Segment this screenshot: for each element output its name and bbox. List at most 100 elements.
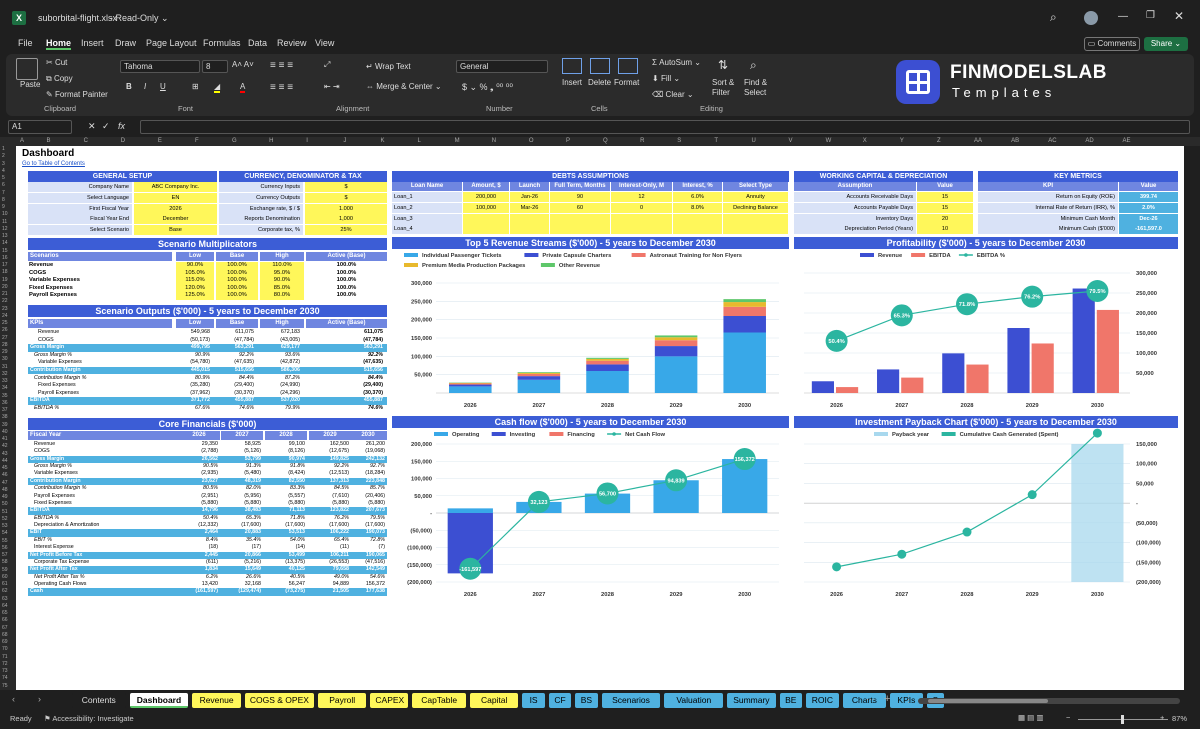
- row-header[interactable]: 7: [2, 190, 5, 196]
- multiplicators-value[interactable]: 110.0%: [260, 262, 304, 270]
- sheet-tab-scenarios[interactable]: Scenarios: [601, 693, 661, 708]
- sort-filter-icon[interactable]: ⇅: [718, 58, 728, 72]
- setup-value[interactable]: ABC Company Inc.: [134, 182, 217, 192]
- merge-center-button[interactable]: ⇔ Merge & Center ⌄: [366, 82, 442, 91]
- column-header-K[interactable]: K: [380, 138, 384, 144]
- row-header[interactable]: 50: [2, 501, 8, 507]
- comments-button[interactable]: ▭ Comments: [1084, 37, 1140, 51]
- sheet-tab-revenue[interactable]: Revenue: [192, 693, 241, 708]
- column-header-W[interactable]: W: [826, 138, 832, 144]
- row-header[interactable]: 74: [2, 675, 8, 681]
- zoom-out-icon[interactable]: −: [1066, 713, 1070, 722]
- row-header[interactable]: 57: [2, 552, 8, 558]
- row-header[interactable]: 53: [2, 523, 8, 529]
- debts-cell[interactable]: [673, 213, 722, 224]
- row-header[interactable]: 42: [2, 443, 8, 449]
- column-header-AD[interactable]: AD: [1085, 138, 1093, 144]
- format-button[interactable]: Format: [614, 78, 639, 87]
- row-header[interactable]: 18: [2, 269, 8, 275]
- setup-value[interactable]: Base: [134, 225, 217, 236]
- currency-icon[interactable]: $ ⌄ % ❟ ⁰⁰ ⁰⁰: [462, 82, 513, 93]
- column-header-Y[interactable]: Y: [900, 138, 904, 144]
- row-header[interactable]: 6: [2, 182, 5, 188]
- column-header-AA[interactable]: AA: [974, 138, 982, 144]
- debts-cell[interactable]: Annuity: [723, 192, 788, 202]
- row-header[interactable]: 68: [2, 632, 8, 638]
- multiplicators-value[interactable]: 100.0%: [216, 262, 258, 270]
- row-header[interactable]: 65: [2, 610, 8, 616]
- align-top-icon[interactable]: ≡ ≡ ≡: [270, 60, 293, 71]
- column-header-Q[interactable]: Q: [603, 138, 608, 144]
- align-left-icon[interactable]: ≡ ≡ ≡: [270, 82, 293, 93]
- close-icon[interactable]: ✕: [1174, 9, 1184, 23]
- row-header[interactable]: 29: [2, 349, 8, 355]
- currency-value[interactable]: 25%: [305, 225, 387, 236]
- fx-icon[interactable]: fx: [118, 121, 125, 131]
- column-header-AB[interactable]: AB: [1011, 138, 1019, 144]
- multiplicators-value[interactable]: 105.0%: [176, 269, 214, 278]
- debts-cell[interactable]: [673, 224, 722, 235]
- menu-file[interactable]: File: [18, 38, 33, 48]
- currency-value[interactable]: $: [305, 182, 387, 192]
- format-painter-button[interactable]: ✎ Format Painter: [46, 90, 108, 99]
- paste-button[interactable]: Paste: [20, 80, 40, 89]
- debts-cell[interactable]: 60: [550, 202, 610, 213]
- row-header[interactable]: 33: [2, 378, 8, 384]
- row-header[interactable]: 47: [2, 480, 8, 486]
- debts-cell[interactable]: 90: [550, 192, 610, 202]
- debts-cell[interactable]: [510, 213, 549, 224]
- scrollbar-thumb[interactable]: [928, 699, 1048, 703]
- sheet-tab-capex[interactable]: CAPEX: [370, 693, 409, 708]
- column-header-B[interactable]: B: [47, 138, 51, 144]
- column-header-G[interactable]: G: [232, 138, 237, 144]
- sheet-tab-valuation[interactable]: Valuation: [664, 693, 724, 708]
- row-header[interactable]: 72: [2, 661, 8, 667]
- column-header-N[interactable]: N: [492, 138, 496, 144]
- row-header[interactable]: 16: [2, 255, 8, 261]
- row-header[interactable]: 13: [2, 233, 8, 239]
- sheet-tab-roic[interactable]: ROIC: [806, 693, 839, 708]
- row-header[interactable]: 44: [2, 458, 8, 464]
- row-header[interactable]: 43: [2, 451, 8, 457]
- wc-value[interactable]: 20: [917, 213, 973, 224]
- column-header-C[interactable]: C: [84, 138, 88, 144]
- row-header[interactable]: 22: [2, 298, 8, 304]
- format-cells-icon[interactable]: [618, 58, 638, 74]
- add-sheet-icon[interactable]: +: [884, 693, 890, 705]
- column-header-D[interactable]: D: [121, 138, 125, 144]
- column-header-J[interactable]: J: [343, 138, 346, 144]
- sheet-tab-dashboard[interactable]: Dashboard: [129, 693, 189, 708]
- insert-button[interactable]: Insert: [562, 78, 582, 87]
- row-header[interactable]: 38: [2, 414, 8, 420]
- wc-value[interactable]: 10: [917, 224, 973, 235]
- grow-font-icon[interactable]: A˄ A˅: [232, 60, 254, 69]
- zoom-handle[interactable]: [1121, 715, 1124, 724]
- debts-cell[interactable]: Jan-26: [510, 192, 549, 202]
- orientation-icon[interactable]: ⤢: [324, 60, 330, 70]
- row-header[interactable]: 60: [2, 574, 8, 580]
- autosum-button[interactable]: Σ AutoSum ⌄: [652, 58, 701, 67]
- sort-filter-button[interactable]: Sort & Filter: [712, 78, 742, 98]
- row-header[interactable]: 17: [2, 262, 8, 268]
- name-box[interactable]: A1: [8, 120, 72, 134]
- column-header-S[interactable]: S: [677, 138, 681, 144]
- debts-cell[interactable]: [611, 213, 672, 224]
- multiplicators-value[interactable]: 100.0%: [216, 277, 258, 285]
- column-header-U[interactable]: U: [751, 138, 755, 144]
- setup-value[interactable]: EN: [134, 192, 217, 203]
- sheet-tab-is[interactable]: IS: [522, 693, 545, 708]
- row-header[interactable]: 40: [2, 429, 8, 435]
- row-header[interactable]: 37: [2, 407, 8, 413]
- row-header[interactable]: 70: [2, 646, 8, 652]
- row-header[interactable]: 25: [2, 320, 8, 326]
- font-size-select[interactable]: 8: [202, 60, 228, 73]
- row-header[interactable]: 59: [2, 567, 8, 573]
- sheet-tab-captable[interactable]: CapTable: [412, 693, 466, 708]
- read-only-label[interactable]: - Read-Only ⌄: [110, 13, 169, 24]
- tab-more-icon[interactable]: ⋯: [866, 694, 875, 705]
- cut-button[interactable]: ✂ Cut: [46, 58, 67, 67]
- accessibility-status[interactable]: ⚑ Accessibility: Investigate: [44, 714, 134, 723]
- row-header[interactable]: 35: [2, 393, 8, 399]
- avatar[interactable]: [1084, 11, 1098, 25]
- italic-icon[interactable]: I: [144, 82, 146, 91]
